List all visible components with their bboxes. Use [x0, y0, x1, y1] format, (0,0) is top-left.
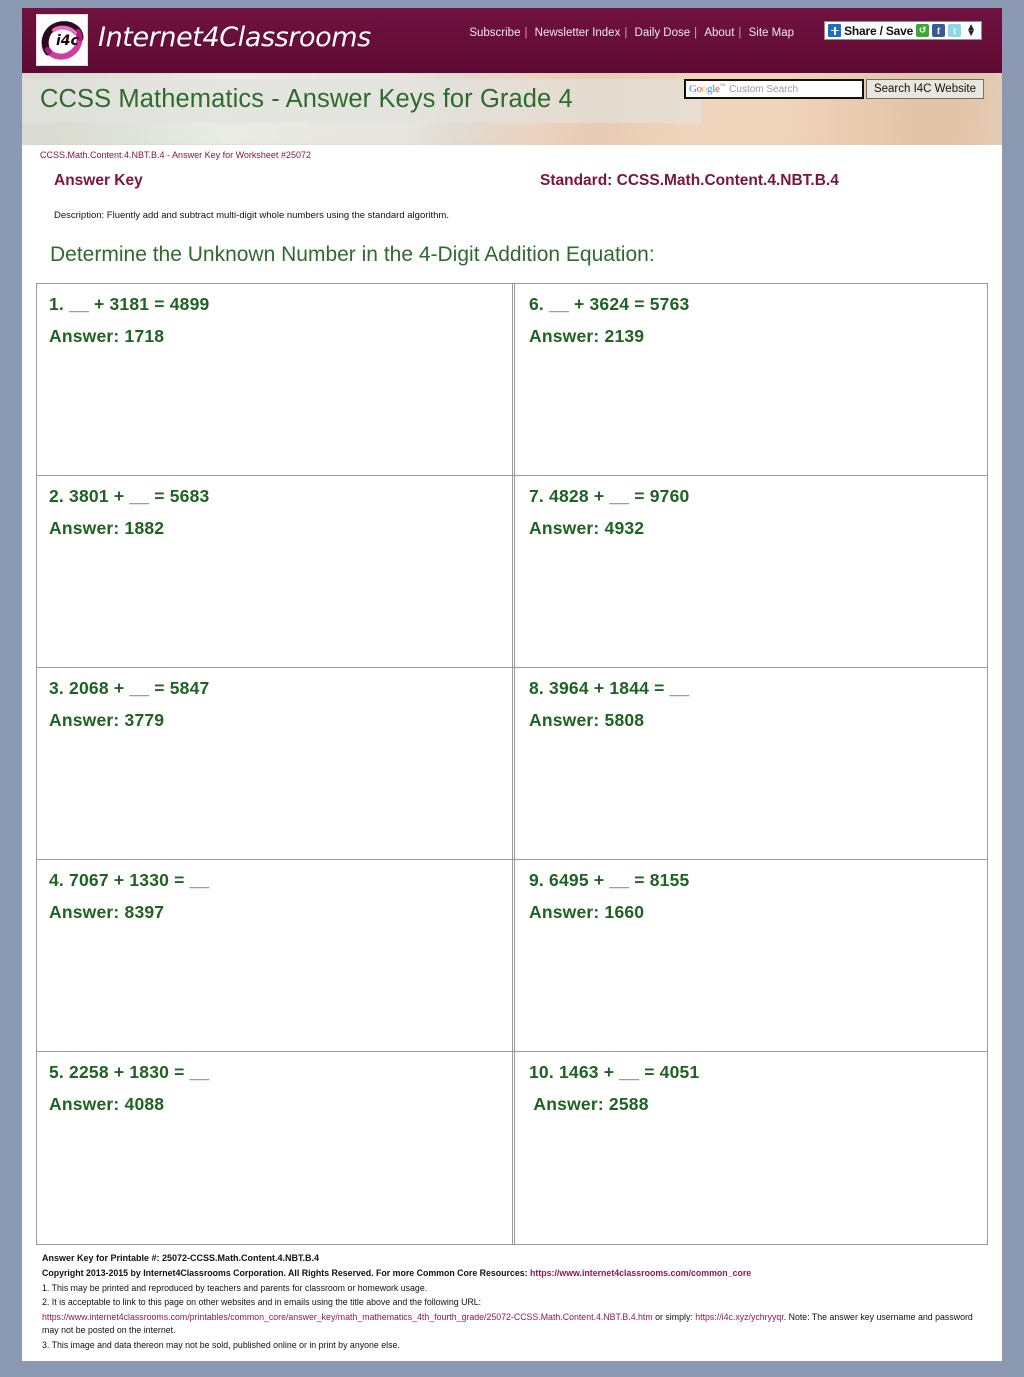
i4c-logo[interactable]: i4c — [36, 14, 88, 66]
footer-note-2: 2. It is acceptable to link to this page… — [42, 1297, 482, 1308]
site-header-bar: i4c Internet4Classrooms Subscribe | Newsl… — [22, 8, 1002, 73]
page-root: i4c Internet4Classrooms Subscribe | Newsl… — [0, 0, 1024, 1377]
problem-cell-3: 3. 2068 + __ = 5847 Answer: 3779 — [37, 668, 512, 859]
problem-cell-7: 7. 4828 + __ = 9760 Answer: 4932 — [512, 476, 987, 667]
search-button[interactable]: Search I4C Website — [865, 79, 984, 99]
nav-sep: | — [524, 27, 528, 39]
problem-answer: Answer: 1882 — [49, 518, 165, 538]
problem-answer: Answer: 4088 — [49, 1094, 165, 1114]
document-footer: Answer Key for Printable #: 25072-CCSS.M… — [22, 1245, 1002, 1353]
site-logo-text: Internet4Classrooms — [98, 22, 371, 53]
share-save-widget[interactable]: Share / Save ↺ f t ▲ ▼ — [824, 21, 982, 40]
nav-sep: | — [738, 27, 742, 39]
worksheet-url-link[interactable]: https://www.internet4classrooms.com/prin… — [42, 1312, 653, 1322]
problem-cell-9: 9. 6495 + __ = 8155 Answer: 1660 — [512, 860, 987, 1051]
search-placeholder: Custom Search — [729, 83, 799, 95]
plus-icon — [828, 24, 842, 37]
footer-note-3: 3. This image and data thereon may not b… — [42, 1340, 400, 1351]
problem-question: 7. 4828 + __ = 9760 — [529, 486, 690, 506]
problem-question: 4. 7067 + 1330 = __ — [49, 870, 210, 890]
problem-answer: Answer: 1660 — [529, 902, 645, 922]
problem-answer: Answer: 2588 — [529, 1094, 649, 1114]
nav-link-site-map[interactable]: Site Map — [747, 27, 796, 39]
problem-row: 3. 2068 + __ = 5847 Answer: 3779 8. 3964… — [37, 668, 987, 860]
short-url-link[interactable]: https://i4c.xyz/ychryyqr — [695, 1312, 783, 1322]
problem-question: 3. 2068 + __ = 5847 — [49, 678, 210, 698]
document-sheet: i4c Internet4Classrooms Subscribe | Newsl… — [22, 8, 1002, 1361]
problem-answer: Answer: 3779 — [49, 710, 165, 730]
breadcrumb: CCSS.Math.Content.4.NBT.B.4 - Answer Key… — [40, 150, 311, 160]
problem-answer: Answer: 5808 — [529, 710, 645, 730]
printable-id-line: Answer Key for Printable #: 25072-CCSS.M… — [42, 1253, 320, 1263]
nav-link-subscribe[interactable]: Subscribe — [467, 27, 522, 39]
problem-question: 2. 3801 + __ = 5683 — [49, 486, 210, 506]
problem-cell-4: 4. 7067 + 1330 = __ Answer: 8397 — [37, 860, 512, 1051]
logo-swirl-icon: i4c — [41, 21, 84, 60]
google-logo: Google™ — [688, 83, 726, 95]
standard-label: Standard: CCSS.Math.Content.4.NBT.B.4 — [540, 172, 839, 189]
updown-arrows-icon[interactable]: ▲ ▼ — [964, 22, 978, 38]
problem-question: 6. __ + 3624 = 5763 — [529, 294, 690, 314]
worksheet-instruction: Determine the Unknown Number in the 4-Di… — [50, 243, 655, 266]
problem-question: 10. 1463 + __ = 4051 — [529, 1062, 700, 1082]
search-area: Google™ Custom Search Search I4C Website — [683, 79, 984, 99]
search-input[interactable]: Google™ Custom Search — [683, 79, 864, 99]
top-navigation: Subscribe | Newsletter Index | Daily Dose |… — [467, 27, 796, 39]
problem-row: 4. 7067 + 1330 = __ Answer: 8397 9. 6495… — [37, 860, 987, 1052]
nav-link-newsletter-index[interactable]: Newsletter Index — [533, 27, 623, 39]
copyright-line: Copyright 2013-2015 by Internet4Classroo… — [42, 1267, 986, 1281]
standard-description: Description: Fluently add and subtract m… — [54, 210, 449, 221]
footer-note-2-url-line: https://www.internet4classrooms.com/prin… — [42, 1311, 986, 1338]
url-separator: or simply: — [652, 1311, 696, 1322]
common-core-link[interactable]: https://www.internet4classrooms.com/comm… — [530, 1268, 751, 1278]
nav-link-daily-dose[interactable]: Daily Dose — [633, 27, 693, 39]
page-title: CCSS Mathematics - Answer Keys for Grade… — [40, 85, 573, 113]
problem-cell-5: 5. 2258 + 1830 = __ Answer: 4088 — [37, 1052, 512, 1244]
svg-text:i4c: i4c — [56, 33, 80, 49]
answer-key-header-row: Answer Key Standard: CCSS.Math.Content.4… — [22, 168, 1002, 206]
problem-answer: Answer: 1718 — [49, 326, 165, 346]
problem-question: 1. __ + 3181 = 4899 — [49, 294, 210, 314]
problem-cell-1: 1. __ + 3181 = 4899 Answer: 1718 — [37, 284, 512, 475]
twitter-icon[interactable]: t — [948, 24, 962, 37]
nav-sep: | — [694, 27, 698, 39]
facebook-icon[interactable]: f — [932, 24, 946, 37]
problem-question: 8. 3964 + 1844 = __ — [529, 678, 690, 698]
page-banner: CCSS Mathematics - Answer Keys for Grade… — [22, 73, 1002, 145]
problem-grid: 1. __ + 3181 = 4899 Answer: 1718 6. __ +… — [36, 283, 988, 1245]
copyright-text: Copyright 2013-2015 by Internet4Classroo… — [42, 1267, 531, 1278]
problem-cell-2: 2. 3801 + __ = 5683 Answer: 1882 — [37, 476, 512, 667]
nav-sep: | — [624, 27, 628, 39]
share-save-label: Share / Save — [844, 23, 914, 38]
problem-answer: Answer: 4932 — [529, 518, 645, 538]
nav-link-about[interactable]: About — [702, 27, 736, 39]
problem-cell-6: 6. __ + 3624 = 5763 Answer: 2139 — [512, 284, 987, 475]
problem-question: 9. 6495 + __ = 8155 — [529, 870, 690, 890]
problem-answer: Answer: 8397 — [49, 902, 165, 922]
footer-note-1: 1. This may be printed and reproduced by… — [42, 1282, 428, 1293]
problem-row: 2. 3801 + __ = 5683 Answer: 1882 7. 4828… — [37, 476, 987, 668]
problem-row: 5. 2258 + 1830 = __ Answer: 4088 10. 146… — [37, 1052, 987, 1244]
problem-cell-8: 8. 3964 + 1844 = __ Answer: 5808 — [512, 668, 987, 859]
share-green-icon[interactable]: ↺ — [916, 24, 930, 37]
answer-key-label: Answer Key — [54, 172, 143, 189]
problem-question: 5. 2258 + 1830 = __ — [49, 1062, 210, 1082]
problem-cell-10: 10. 1463 + __ = 4051 Answer: 2588 — [512, 1052, 987, 1244]
problem-answer: Answer: 2139 — [529, 326, 645, 346]
problem-row: 1. __ + 3181 = 4899 Answer: 1718 6. __ +… — [37, 284, 987, 476]
